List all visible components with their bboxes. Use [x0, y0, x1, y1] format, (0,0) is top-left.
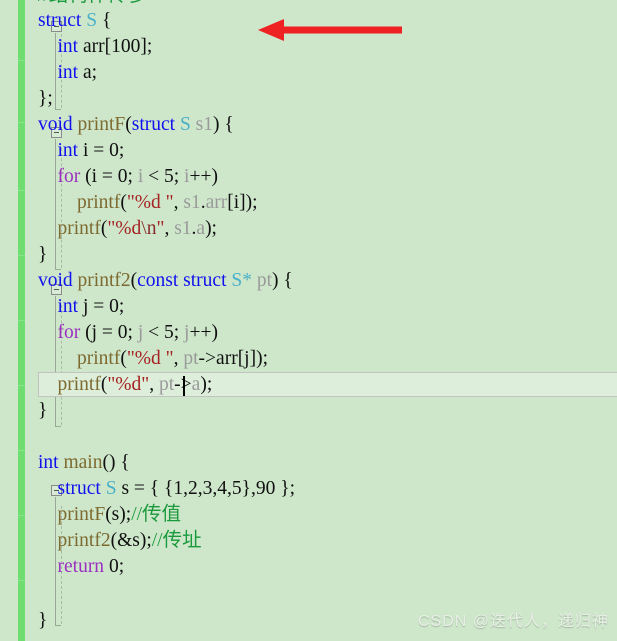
code-token-keyword: int: [57, 140, 79, 161]
code-line[interactable]: };: [0, 86, 617, 112]
code-token-function: printF: [57, 504, 106, 525]
code-line[interactable]: printf("%d\n", s1.a);: [0, 216, 617, 242]
code-token-keyword: int: [57, 296, 79, 317]
code-line[interactable]: int j = 0;: [0, 294, 617, 320]
code-token-string: "%d ": [126, 348, 174, 369]
code-line[interactable]: struct S {: [0, 8, 617, 34]
csdn-watermark: CSDN @迭代人，递归神: [417, 613, 609, 630]
code-line[interactable]: void printf2(const struct S* pt) {: [0, 268, 617, 294]
code-token-function: printf: [77, 348, 121, 369]
code-token-type: S*: [231, 270, 252, 291]
code-token-keyword: int: [57, 62, 79, 83]
code-line[interactable]: printF(s);//传值: [0, 502, 617, 528]
code-token-type: S: [105, 478, 117, 499]
code-line[interactable]: void printF(struct S s1) {: [0, 112, 617, 138]
text-cursor: [183, 376, 185, 396]
code-token-function: printf: [57, 374, 101, 395]
code-token-type: S: [179, 114, 191, 135]
code-token-keyword: const: [137, 270, 179, 291]
code-token-type: S: [86, 10, 98, 31]
code-line[interactable]: int main() {: [0, 450, 617, 476]
code-line[interactable]: }: [0, 242, 617, 268]
code-line[interactable]: int a;: [0, 60, 617, 86]
code-line[interactable]: printf("%d ", pt->arr[j]);: [0, 346, 617, 372]
code-token-keyword: for: [57, 166, 81, 187]
code-token-keyword: void: [38, 270, 73, 291]
code-line[interactable]: printf2(&s);//传址: [0, 528, 617, 554]
code-token-keyword: struct: [131, 114, 176, 135]
code-line[interactable]: [0, 424, 617, 450]
code-line[interactable]: int arr[100];: [0, 34, 617, 60]
code-token-string: "%d": [107, 374, 150, 395]
code-token-function: main: [63, 452, 103, 473]
code-line[interactable]: }: [0, 398, 617, 424]
code-token-function: printf: [77, 192, 121, 213]
code-line[interactable]: printf("%d ", s1.arr[i]);: [0, 190, 617, 216]
code-token-keyword: struct: [38, 10, 82, 31]
code-token-keyword: return: [57, 556, 105, 577]
code-token-function: printf2: [57, 530, 111, 551]
code-token-function: printF: [77, 114, 126, 135]
code-token-function: printf2: [77, 270, 131, 291]
code-token-comment: //结构体传参: [38, 0, 146, 6]
code-token-string: "%d: [107, 218, 142, 239]
code-line[interactable]: struct S s = { {1,2,3,4,5},90 };: [0, 476, 617, 502]
code-token-keyword: int: [38, 452, 59, 473]
code-editor-window[interactable]: //结构体传参 struct S { int arr[100]; int a; …: [0, 0, 617, 641]
code-line[interactable]: int i = 0;: [0, 138, 617, 164]
code-token-string: "%d ": [126, 192, 174, 213]
code-token-keyword: void: [38, 114, 73, 135]
code-token-keyword: struct: [183, 270, 227, 291]
code-token-comment: //传址: [151, 530, 202, 551]
code-token-comment: //传值: [131, 504, 182, 525]
code-line[interactable]: return 0;: [0, 554, 617, 580]
code-token-function: printf: [57, 218, 101, 239]
code-token-keyword: struct: [57, 478, 101, 499]
code-line[interactable]: for (j = 0; j < 5; j++): [0, 320, 617, 346]
code-token-keyword: for: [57, 322, 81, 343]
code-line[interactable]: for (i = 0; i < 5; i++): [0, 164, 617, 190]
code-line-current[interactable]: printf("%d", pt->a);: [0, 372, 617, 398]
code-token-keyword: int: [57, 36, 79, 57]
code-text-area[interactable]: //结构体传参 struct S { int arr[100]; int a; …: [0, 0, 617, 641]
